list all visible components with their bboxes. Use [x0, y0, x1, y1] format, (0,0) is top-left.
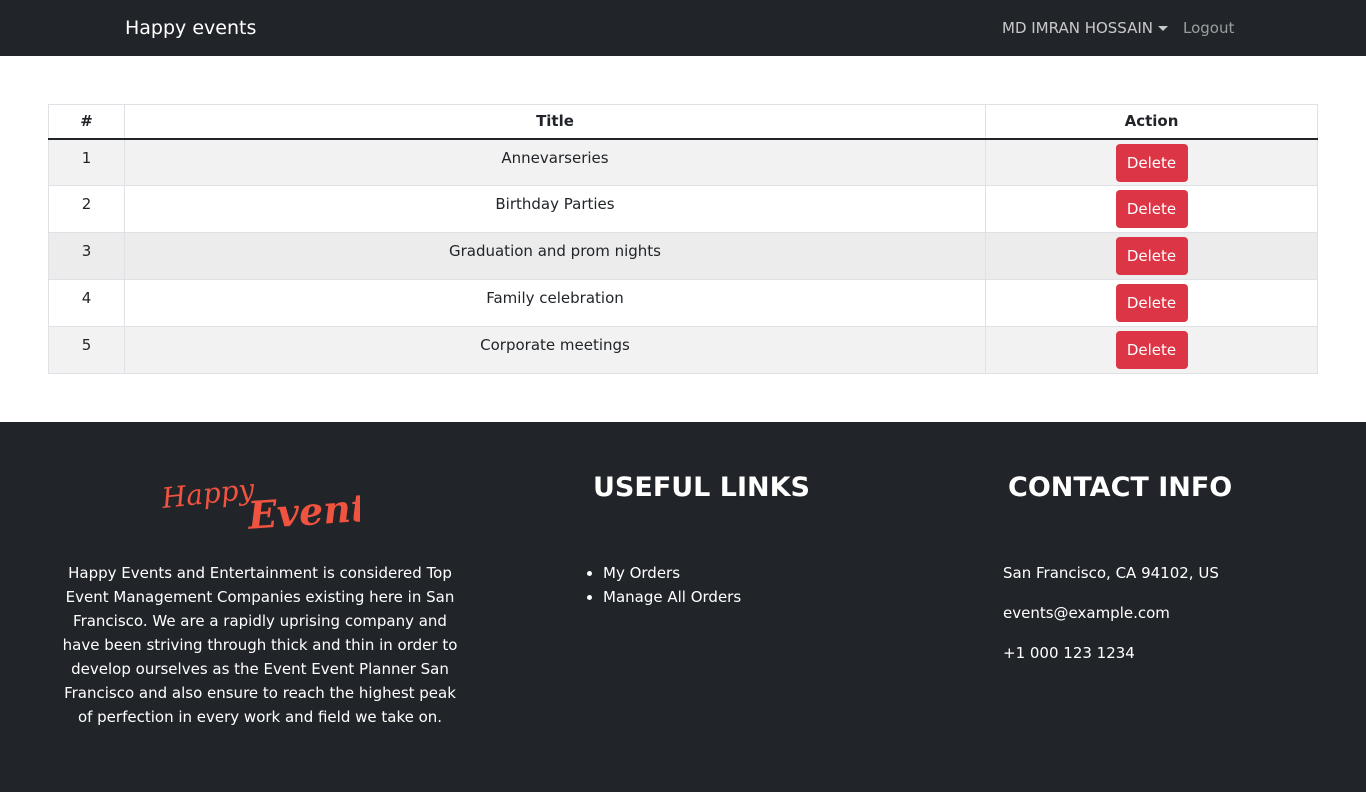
row-action: Delete	[985, 326, 1318, 374]
row-action: Delete	[985, 279, 1318, 327]
top-navbar: Happy events MD IMRAN HOSSAIN Logout	[0, 0, 1366, 56]
row-number: 4	[48, 279, 125, 327]
contact-email: events@example.com	[1003, 604, 1170, 622]
list-item: My Orders	[603, 561, 741, 585]
delete-button[interactable]: Delete	[1115, 284, 1188, 322]
row-action: Delete	[985, 185, 1318, 233]
row-number: 1	[48, 138, 125, 186]
table-row: 4 Family celebration Delete	[48, 279, 1318, 327]
row-title: Corporate meetings	[124, 326, 986, 374]
row-action: Delete	[985, 138, 1318, 186]
manage-all-orders-link[interactable]: Manage All Orders	[603, 588, 741, 606]
useful-links-list: My Orders Manage All Orders	[580, 561, 741, 609]
table-header-row: # Title Action	[48, 104, 1318, 140]
delete-button[interactable]: Delete	[1115, 143, 1188, 182]
row-number: 5	[48, 326, 125, 374]
my-orders-link[interactable]: My Orders	[603, 564, 680, 582]
table-row: 1 Annevarseries Delete	[48, 138, 1318, 186]
logout-link[interactable]: Logout	[1183, 19, 1234, 37]
row-action: Delete	[985, 232, 1318, 280]
happy-events-logo: Happy Events	[160, 472, 360, 534]
svg-text:Events: Events	[246, 483, 360, 534]
row-title: Family celebration	[124, 279, 986, 327]
contact-phone: +1 000 123 1234	[1003, 644, 1135, 662]
useful-links-heading: USEFUL LINKS	[593, 472, 811, 503]
svg-text:Happy: Happy	[160, 472, 257, 515]
delete-button[interactable]: Delete	[1115, 190, 1188, 228]
table-row: 5 Corporate meetings Delete	[48, 326, 1318, 374]
user-dropdown-toggle[interactable]: MD IMRAN HOSSAIN	[1002, 19, 1169, 37]
user-name: MD IMRAN HOSSAIN	[1002, 19, 1154, 37]
table-row: 3 Graduation and prom nights Delete	[48, 232, 1318, 280]
row-title: Graduation and prom nights	[124, 232, 986, 280]
header-action: Action	[985, 104, 1318, 140]
table-row: 2 Birthday Parties Delete	[48, 185, 1318, 233]
row-number: 2	[48, 185, 125, 233]
delete-button[interactable]: Delete	[1115, 331, 1188, 369]
contact-info-heading: CONTACT INFO	[1008, 472, 1233, 503]
brand-link[interactable]: Happy events	[125, 17, 256, 39]
row-number: 3	[48, 232, 125, 280]
list-item: Manage All Orders	[603, 585, 741, 609]
delete-button[interactable]: Delete	[1115, 237, 1188, 275]
events-table: # Title Action 1 Annevarseries Delete 2 …	[48, 104, 1318, 374]
header-number: #	[48, 104, 125, 140]
about-text: Happy Events and Entertainment is consid…	[62, 564, 458, 726]
header-title: Title	[124, 104, 986, 140]
row-title: Birthday Parties	[124, 185, 986, 233]
caret-down-icon	[1158, 25, 1169, 31]
site-footer: Happy Events Happy Events and Entertainm…	[0, 422, 1366, 792]
row-title: Annevarseries	[124, 138, 986, 186]
contact-address: San Francisco, CA 94102, US	[1003, 564, 1219, 582]
events-table-container: # Title Action 1 Annevarseries Delete 2 …	[48, 104, 1318, 374]
